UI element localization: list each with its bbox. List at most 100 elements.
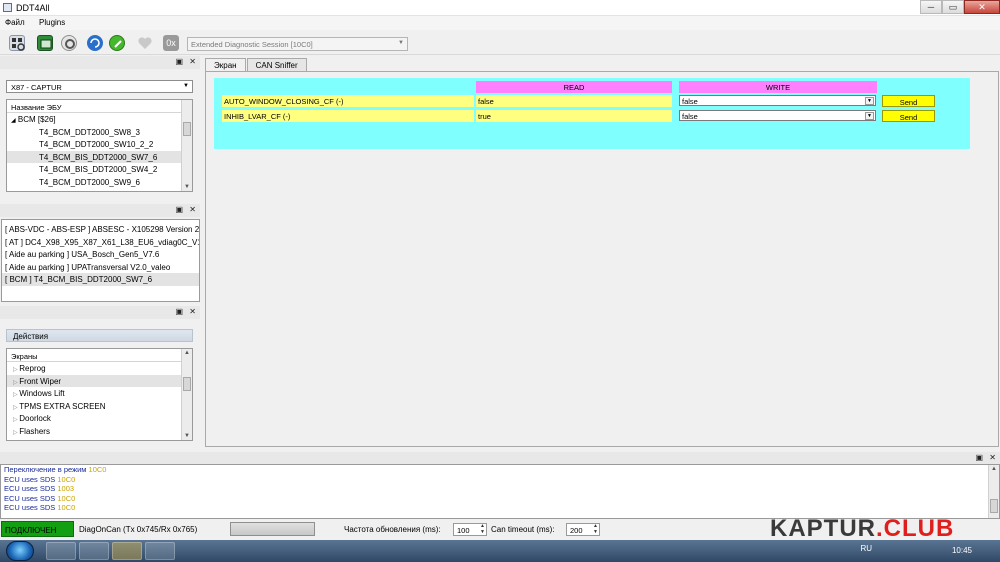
- scroll-thumb[interactable]: [183, 122, 191, 136]
- menu-file[interactable]: Файл: [5, 18, 25, 27]
- screen-item[interactable]: ▷ Front Wiper: [7, 374, 192, 387]
- maximize-button[interactable]: ▭: [942, 0, 964, 14]
- scan-icon[interactable]: [9, 35, 25, 51]
- screens-list[interactable]: Экраны ▷ Reprog ▷ Front Wiper ▷ Windows …: [6, 348, 193, 441]
- read-value: true: [476, 110, 672, 122]
- ecu-list-item[interactable]: [ Aide au parking ] USA_Bosch_Gen5_V7.6: [2, 248, 199, 261]
- log-line: ECU uses SDS 10C0: [4, 503, 76, 512]
- read-value: false: [476, 95, 672, 107]
- menu-bar: Файл Plugins: [0, 16, 1000, 30]
- tree-item[interactable]: T4_BCM_DDT2000_SW9_6: [7, 176, 192, 189]
- log-line: ECU uses SDS 10C0: [4, 493, 76, 503]
- hex-icon[interactable]: 0x: [163, 35, 179, 51]
- tree-item[interactable]: T4_BCM_DDT2000_SW10_2_2: [7, 138, 192, 151]
- panel-header: ▣ ✕: [0, 306, 200, 319]
- tree-root-label: BCM [$26]: [17, 115, 56, 124]
- tab-can-sniffer[interactable]: CAN Sniffer: [246, 58, 307, 72]
- chevron-down-icon: ▼: [865, 97, 874, 105]
- log-line: ECU uses SDS 1003: [4, 484, 75, 493]
- stepper-arrows-icon[interactable]: ▲ ▼: [593, 523, 598, 535]
- ecu-list[interactable]: [ ABS-VDC - ABS-ESP ] ABSESC - X105298 V…: [1, 219, 200, 302]
- dock-close-icon[interactable]: ▣ ✕: [976, 453, 998, 462]
- dock-close-icon[interactable]: ▣ ✕: [176, 307, 198, 316]
- tree-root[interactable]: ◢ BCM [$26]: [7, 113, 192, 126]
- screen-item[interactable]: ▷ TPMS EXTRA SCREEN: [7, 400, 192, 413]
- screen-item[interactable]: ▷ Reprog: [7, 362, 192, 375]
- taskbar: RU 10:45: [0, 540, 1000, 562]
- app-icon: [3, 3, 12, 12]
- scroll-thumb[interactable]: [183, 377, 191, 391]
- scroll-down-icon[interactable]: ▼: [183, 184, 191, 190]
- dock-close-icon[interactable]: ▣ ✕: [176, 57, 198, 66]
- log-output[interactable]: Переключение в режим 10C0 ECU uses SDS 1…: [0, 464, 1000, 519]
- chevron-down-icon: ▼: [398, 40, 404, 46]
- read-header: READ: [476, 81, 672, 93]
- screen-item[interactable]: ▷ Windows Lift: [7, 387, 192, 400]
- tree-item[interactable]: T4_BCM_BIS_DDT2000_SW7_6: [7, 150, 192, 163]
- minimize-button[interactable]: ─: [920, 0, 942, 14]
- screens-scrollbar[interactable]: ▲ ▼: [181, 349, 192, 440]
- ecu-list-item[interactable]: [ ABS-VDC - ABS-ESP ] ABSESC - X105298 V…: [2, 223, 199, 236]
- refresh-rate-label: Частота обновления (ms):: [344, 525, 441, 534]
- gear-icon[interactable]: [61, 35, 77, 51]
- scroll-up-icon[interactable]: ▲: [990, 466, 998, 472]
- scroll-up-icon[interactable]: ▲: [183, 350, 191, 356]
- collapse-icon[interactable]: ◢: [11, 118, 16, 124]
- main-area: Экран CAN Sniffer READ WRITE AUTO_WINDOW…: [203, 56, 1000, 448]
- ecu-list-item[interactable]: [ AT ] DC4_X98_X95_X87_X61_L38_EU6_vdiag…: [2, 236, 199, 249]
- ecu-tree-scrollbar[interactable]: ▼: [181, 100, 192, 191]
- scroll-down-icon[interactable]: ▼: [183, 433, 191, 439]
- tree-item[interactable]: T4_BCM_BIS_DDT2000_SW4_2: [7, 163, 192, 176]
- write-header: WRITE: [679, 81, 877, 93]
- explorer-icon[interactable]: [46, 542, 76, 560]
- send-button[interactable]: Send: [882, 95, 935, 107]
- heartbeat-icon[interactable]: [137, 35, 153, 51]
- param-label: AUTO_WINDOW_CLOSING_CF (-): [222, 95, 474, 107]
- vehicle-value: X87 - CAPTUR: [11, 83, 62, 92]
- ecu-list-item[interactable]: [ Aide au parking ] UPATransversal V2.0_…: [2, 261, 199, 274]
- refresh-rate-value: 100: [457, 526, 470, 535]
- write-value: false: [682, 112, 698, 121]
- clock[interactable]: 10:45: [952, 546, 972, 555]
- log-line: ECU uses SDS 10C0: [4, 474, 76, 484]
- write-select[interactable]: false ▼: [679, 95, 876, 106]
- close-button[interactable]: ✕: [964, 0, 1000, 14]
- dock-close-icon[interactable]: ▣ ✕: [176, 205, 198, 214]
- stepper-arrows-icon[interactable]: ▲ ▼: [480, 523, 485, 535]
- menu-plugins[interactable]: Plugins: [39, 18, 65, 27]
- ecu-tree[interactable]: Название ЭБУ ◢ BCM [$26] T4_BCM_DDT2000_…: [6, 99, 193, 192]
- utorrent-icon[interactable]: [145, 542, 175, 560]
- write-select[interactable]: false ▼: [679, 110, 876, 121]
- tree-item[interactable]: T4_BCM_DDT2000_SW8_3: [7, 126, 192, 139]
- screen-item[interactable]: ▷ Doorlock: [7, 412, 192, 425]
- screens-header: Экраны: [7, 349, 192, 362]
- title-bar: DDT4All ─ ▭ ✕: [0, 0, 1000, 16]
- session-select[interactable]: Extended Diagnostic Session [10C0] ▼: [187, 37, 408, 51]
- start-button[interactable]: [6, 541, 34, 561]
- vehicle-select[interactable]: X87 - CAPTUR ▼: [6, 80, 193, 93]
- refresh-rate-stepper[interactable]: 100 ▲ ▼: [453, 523, 487, 536]
- firefox-icon[interactable]: [79, 542, 109, 560]
- ecu-icon[interactable]: [37, 35, 53, 51]
- log-line: Переключение в режим 10C0: [4, 465, 107, 474]
- can-timeout-stepper[interactable]: 200 ▲ ▼: [566, 523, 600, 536]
- chevron-down-icon: ▼: [865, 112, 874, 120]
- language-indicator[interactable]: RU: [860, 544, 872, 553]
- panel-header: ▣ ✕: [0, 56, 200, 69]
- connect-icon[interactable]: [109, 35, 125, 51]
- scroll-thumb[interactable]: [990, 499, 998, 513]
- screen-item[interactable]: ▷ Flashers: [7, 425, 192, 438]
- send-button[interactable]: Send: [882, 110, 935, 122]
- panel-header: ▣ ✕: [0, 204, 200, 217]
- window-title: DDT4All: [16, 3, 50, 13]
- log-panel: ▣ ✕ Переключение в режим 10C0 ECU uses S…: [0, 452, 1000, 519]
- log-scrollbar[interactable]: ▲: [988, 465, 999, 518]
- ecu-list-item[interactable]: [ BCM ] T4_BCM_BIS_DDT2000_SW7_6: [2, 273, 199, 286]
- ddt4all-task-icon[interactable]: [112, 542, 142, 560]
- write-value: false: [682, 97, 698, 106]
- can-timeout-value: 200: [570, 526, 583, 535]
- chevron-down-icon: ▼: [183, 83, 189, 89]
- refresh-icon[interactable]: [87, 35, 103, 51]
- progress-bar: [230, 522, 315, 536]
- connection-status[interactable]: ПОДКЛЮЧЕН: [1, 521, 74, 537]
